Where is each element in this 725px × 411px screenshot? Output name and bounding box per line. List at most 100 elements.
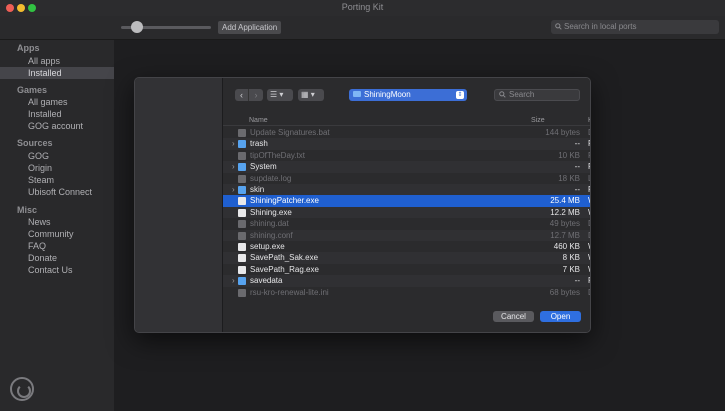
file-size: 144 bytes: [545, 128, 580, 137]
folder-icon: [238, 186, 246, 194]
file-name: ShiningPatcher.exe: [250, 196, 319, 206]
disclosure-chevron-icon[interactable]: ›: [232, 184, 235, 195]
file-row[interactable]: shining.conf 12.7 MB D: [223, 229, 590, 241]
file-row[interactable]: supdate.log 18 KB L: [223, 173, 590, 184]
file-row[interactable]: Update Signatures.bat 144 bytes D: [223, 127, 590, 138]
file-kind: L: [588, 173, 590, 184]
folder-row[interactable]: › System -- F: [223, 161, 590, 173]
sidebar-item-contact-us[interactable]: Contact Us: [0, 264, 114, 276]
history-navigation: ‹ ›: [235, 89, 263, 101]
local-ports-search-field[interactable]: Search in local ports: [551, 20, 719, 34]
sidebar-item-donate[interactable]: Donate: [0, 252, 114, 264]
file-row[interactable]: Shining.exe 12.2 MB W: [223, 206, 590, 219]
file-size: 49 bytes: [549, 219, 580, 229]
file-size: 10 KB: [558, 150, 580, 160]
file-size: 18 KB: [558, 173, 580, 183]
file-name: Update Signatures.bat: [250, 128, 330, 137]
file-row[interactable]: setup.exe 460 KB W: [223, 241, 590, 252]
search-icon: [499, 91, 506, 98]
document-icon: [238, 231, 246, 240]
file-kind: F: [588, 161, 590, 172]
dialog-browser: ‹ › ☰ ▾ ▦ ▾ ShiningMoon ⇕ Search Name Si…: [223, 78, 590, 332]
file-size: 8 KB: [562, 253, 580, 263]
group-view-button[interactable]: ▦ ▾: [298, 89, 324, 101]
sidebar-item-faq[interactable]: FAQ: [0, 240, 114, 252]
file-row[interactable]: SavePath_Rag.exe 7 KB W: [223, 264, 590, 275]
grid-view-icon: ▦ ▾: [301, 90, 315, 99]
file-size: --: [574, 139, 580, 149]
file-list: Update Signatures.bat 144 bytes D › trash -- F…: [223, 127, 590, 301]
file-name: System: [250, 162, 277, 172]
file-row[interactable]: rsu-kro-renewal-lite.ini 68 bytes D: [223, 287, 590, 298]
file-list-header: Name Size Ki: [223, 115, 590, 126]
column-kind-header[interactable]: Ki: [588, 115, 590, 126]
sidebar-heading-apps: Apps: [17, 43, 40, 53]
file-row[interactable]: ShiningPatcher.exe 25.4 MB W: [223, 195, 590, 207]
column-name-header[interactable]: Name: [249, 115, 268, 126]
sidebar-item-gog[interactable]: GOG: [0, 150, 114, 162]
document-icon: [238, 254, 246, 263]
file-kind: D: [588, 127, 590, 138]
file-name: supdate.log: [250, 173, 292, 183]
file-kind: D: [588, 287, 590, 298]
sidebar-item-ubisoft-connect[interactable]: Ubisoft Connect: [0, 186, 114, 198]
sidebar-item-news[interactable]: News: [0, 216, 114, 228]
toolbar: Add Application Search in local ports: [0, 16, 725, 40]
forward-button[interactable]: ›: [249, 89, 263, 101]
sidebar-item-installed-apps[interactable]: Installed: [0, 67, 114, 79]
location-popup[interactable]: ShiningMoon ⇕: [349, 89, 467, 101]
dialog-search-field[interactable]: Search: [494, 89, 580, 101]
cancel-button[interactable]: Cancel: [493, 311, 534, 322]
open-file-dialog: ‹ › ☰ ▾ ▦ ▾ ShiningMoon ⇕ Search Name Si…: [134, 77, 591, 333]
location-name: ShiningMoon: [364, 90, 411, 99]
file-size: --: [574, 276, 580, 286]
file-name: SavePath_Sak.exe: [250, 253, 319, 263]
document-icon: [238, 151, 246, 160]
folder-row[interactable]: › savedata -- F: [223, 275, 590, 287]
sidebar: Apps All apps Installed Games All games …: [0, 40, 114, 411]
file-kind: D: [588, 218, 590, 229]
file-name: SavePath_Rag.exe: [250, 264, 319, 274]
sidebar-item-community[interactable]: Community: [0, 228, 114, 240]
document-icon: [238, 197, 246, 206]
folder-row[interactable]: › trash -- F: [223, 138, 590, 150]
file-size: 12.7 MB: [550, 230, 580, 240]
document-icon: [238, 129, 246, 137]
file-size: 12.2 MB: [550, 207, 580, 217]
file-row[interactable]: shining.dat 49 bytes D: [223, 218, 590, 229]
file-row[interactable]: SavePath_Sak.exe 8 KB W: [223, 252, 590, 264]
sidebar-item-steam[interactable]: Steam: [0, 174, 114, 186]
file-size: 68 bytes: [549, 287, 580, 297]
file-kind: F: [588, 184, 590, 195]
porting-kit-window: Porting Kit Add Application Search in lo…: [0, 0, 725, 411]
sidebar-item-all-games[interactable]: All games: [0, 96, 114, 108]
document-icon: [238, 265, 246, 274]
file-kind: W: [588, 195, 590, 206]
disclosure-chevron-icon[interactable]: ›: [232, 138, 235, 149]
column-size-header[interactable]: Size: [531, 115, 545, 126]
disclosure-chevron-icon[interactable]: ›: [232, 275, 235, 286]
file-kind: F: [588, 138, 590, 149]
sidebar-heading-misc: Misc: [17, 205, 38, 215]
zoom-slider-knob[interactable]: [131, 21, 143, 33]
add-application-button[interactable]: Add Application: [218, 21, 282, 34]
sidebar-item-gog-account[interactable]: GOG account: [0, 120, 114, 132]
sidebar-item-origin[interactable]: Origin: [0, 162, 114, 174]
list-view-button[interactable]: ☰ ▾: [267, 89, 293, 101]
folder-row[interactable]: › skin -- F: [223, 184, 590, 196]
back-button[interactable]: ‹: [235, 89, 249, 101]
sidebar-item-installed-games[interactable]: Installed: [0, 108, 114, 120]
file-kind: W: [588, 264, 590, 275]
file-kind: D: [588, 230, 590, 241]
folder-icon: [238, 277, 246, 286]
document-icon: [238, 208, 246, 217]
file-row[interactable]: tipOfTheDay.txt 10 KB P: [223, 150, 590, 161]
disclosure-chevron-icon[interactable]: ›: [232, 161, 235, 172]
open-button[interactable]: Open: [540, 311, 581, 322]
sidebar-heading-games: Games: [17, 85, 48, 95]
file-size: --: [574, 162, 580, 172]
dialog-sidebar: [135, 78, 223, 332]
file-name: shining.dat: [250, 219, 289, 229]
file-size: 7 KB: [562, 264, 580, 274]
sidebar-item-all-apps[interactable]: All apps: [0, 55, 114, 67]
